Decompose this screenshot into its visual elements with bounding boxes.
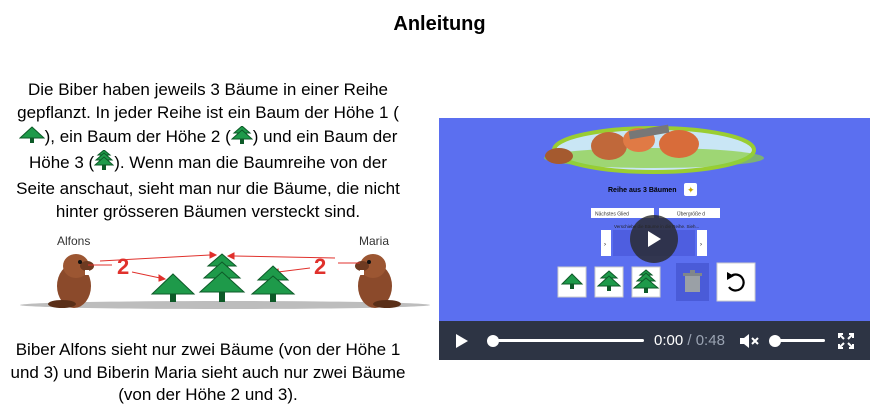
- tree-height-3-icon: [93, 149, 115, 176]
- video-controls: 0:00 / 0:48: [439, 321, 870, 360]
- page-title: Anleitung: [393, 13, 486, 35]
- undo-icon: [716, 262, 756, 302]
- current-time: 0:00: [654, 332, 684, 349]
- beaver-maria: [355, 254, 401, 308]
- instruction-text: Die Biber haben jeweils 3 Bäume in einer…: [8, 78, 408, 223]
- tree-height-2-icon: [230, 125, 254, 150]
- trash-icon: [676, 263, 709, 301]
- fullscreen-button[interactable]: [834, 321, 858, 360]
- progress-handle[interactable]: [487, 335, 499, 347]
- tree-row-illustration: Alfons Maria 2 2: [20, 234, 430, 309]
- tree-height-2-tile: [594, 266, 624, 298]
- muted-volume-icon: [740, 333, 759, 348]
- beaver-alfons: [48, 254, 94, 308]
- duration: 0:48: [695, 332, 725, 349]
- row-label: Reihe aus 3 Bäumen: [608, 187, 676, 194]
- tree-height-1-icon: [18, 126, 45, 150]
- volume-handle[interactable]: [769, 335, 781, 347]
- play-icon: [648, 231, 661, 247]
- time-separator: /: [683, 332, 696, 349]
- alfons-name-label: Alfons: [57, 234, 90, 248]
- maria-name-label: Maria: [359, 234, 389, 248]
- mute-button[interactable]: [737, 321, 761, 360]
- left-beaver-slot: [601, 230, 611, 256]
- big-play-button[interactable]: [630, 215, 678, 263]
- svg-text:✦: ✦: [687, 185, 695, 195]
- instruction-part-1: Die Biber haben jeweils 3 Bäume in einer…: [17, 80, 399, 123]
- video-player[interactable]: Reihe aus 3 Bäumen ✦ Nächstes Glied Über…: [439, 118, 870, 360]
- explanation-text: Biber Alfons sieht nur zwei Bäume (von d…: [10, 340, 406, 404]
- tree-height-1-tile: [557, 266, 587, 298]
- fullscreen-icon: [838, 332, 854, 349]
- svg-text:›: ›: [700, 242, 702, 248]
- play-button[interactable]: [449, 321, 475, 360]
- svg-text:›: ›: [604, 242, 606, 248]
- tree-medium: [250, 265, 296, 302]
- progress-bar[interactable]: [493, 339, 644, 342]
- tree-height-3-tile: [631, 266, 661, 298]
- volume-slider[interactable]: [775, 339, 825, 342]
- tree-small: [150, 273, 196, 302]
- play-icon: [456, 333, 468, 348]
- tree-large: [198, 253, 246, 302]
- right-view-label: Übergröße d: [677, 211, 705, 218]
- time-display: 0:00 / 0:48: [654, 332, 725, 349]
- alfons-count-label: 2: [117, 254, 129, 279]
- left-view-label: Nächstes Glied: [595, 212, 629, 218]
- right-beaver-slot: [697, 230, 707, 256]
- instruction-part-2: ), ein Baum der Höhe 2 (: [44, 126, 231, 146]
